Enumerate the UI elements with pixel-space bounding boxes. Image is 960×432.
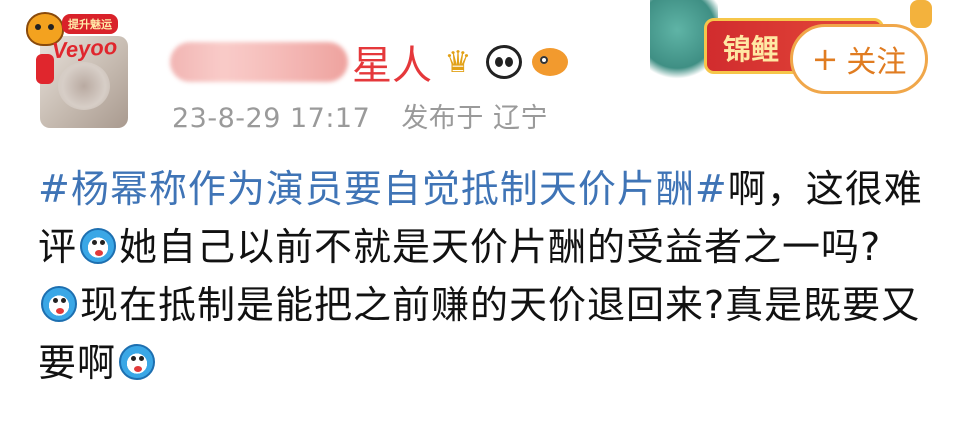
avatar-frame-ribbon [36,54,54,84]
follow-button[interactable]: + 关注 [790,24,928,94]
weibo-post-card: 提升魅运 Veyoo 星人 ♛ 23-8-29 17:17 发布于 辽宁 锦鲤 … [0,0,960,432]
doraemon-emoji-icon [119,344,156,380]
panda-icon [486,45,522,79]
username-blurred [170,42,348,82]
post-text-2: 她自己以前不就是天价片酬的受益者之一吗? [119,225,882,269]
follow-button-label: 关注 [846,45,907,80]
avatar[interactable]: 提升魅运 Veyoo [26,8,136,128]
koi-banner-text: 锦鲤 [723,33,780,66]
avatar-frame-badge: 提升魅运 [62,14,118,34]
plus-icon: + [811,40,839,78]
fish-badge[interactable] [530,42,570,82]
panda-badge[interactable] [484,42,524,82]
post-body: #杨幂称作为演员要自觉抵制天价片酬#啊，这很难评 她自己以前不就是天价片酬的受益者… [38,160,928,392]
post-location: 发布于 辽宁 [401,103,548,134]
username-row[interactable]: 星人 ♛ [170,34,570,90]
crown-icon[interactable]: ♛ [438,42,478,82]
hashtag-link[interactable]: #杨幂称作为演员要自觉抵制天价片酬# [38,167,728,211]
avatar-blur [58,62,110,110]
post-text-3: 现在抵制是能把之前赚的天价退回来?真是既要又要啊 [38,283,921,385]
avatar-frame: 提升魅运 Veyoo [26,8,136,84]
lantern-icon [910,0,932,28]
fish-icon [532,48,568,76]
doraemon-emoji-icon [41,286,77,322]
post-date: 23-8-29 17:17 [172,103,371,134]
post-meta: 23-8-29 17:17 发布于 辽宁 [172,96,548,135]
username[interactable]: 星人 [352,33,432,91]
avatar-frame-text: Veyoo [51,33,118,64]
doraemon-emoji-icon [80,228,117,264]
